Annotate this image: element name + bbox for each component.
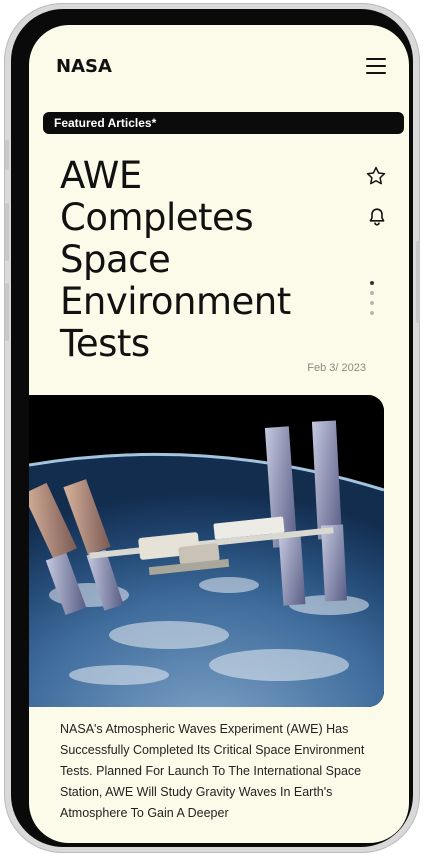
article-date: Feb 3/ 2023 [307, 362, 366, 374]
phone-frame: NASA Featured Articles* AWE Completes Sp… [4, 3, 420, 853]
app-screen: NASA Featured Articles* AWE Completes Sp… [29, 25, 409, 843]
volume-down-button [5, 283, 9, 341]
phone-bezel: NASA Featured Articles* AWE Completes Sp… [11, 9, 413, 847]
page-indicator [369, 281, 375, 321]
menu-line [366, 58, 386, 60]
menu-line [366, 65, 386, 67]
bell-icon-graphic [369, 208, 385, 226]
top-bar: NASA [29, 25, 409, 105]
star-icon[interactable] [365, 165, 387, 187]
article-hero-image [29, 395, 384, 707]
article-body: NASA's Atmospheric Waves Experiment (AWE… [60, 722, 365, 820]
page-dot[interactable] [370, 291, 374, 295]
page-dot[interactable] [370, 301, 374, 305]
page-dot-active[interactable] [370, 281, 374, 285]
menu-line [366, 72, 386, 74]
power-button [416, 241, 420, 323]
article-title: AWE Completes Space Environment Tests [60, 154, 291, 365]
nasa-logo[interactable]: NASA [56, 56, 112, 77]
bell-icon[interactable] [368, 207, 386, 227]
page-dot[interactable] [370, 311, 374, 315]
iss-earth-illustration [29, 395, 384, 707]
volume-up-button [5, 203, 9, 261]
mute-switch [5, 140, 9, 170]
star-icon-graphic [366, 166, 386, 185]
hamburger-menu-icon[interactable] [366, 58, 386, 74]
featured-articles-badge[interactable]: Featured Articles* [43, 112, 404, 134]
